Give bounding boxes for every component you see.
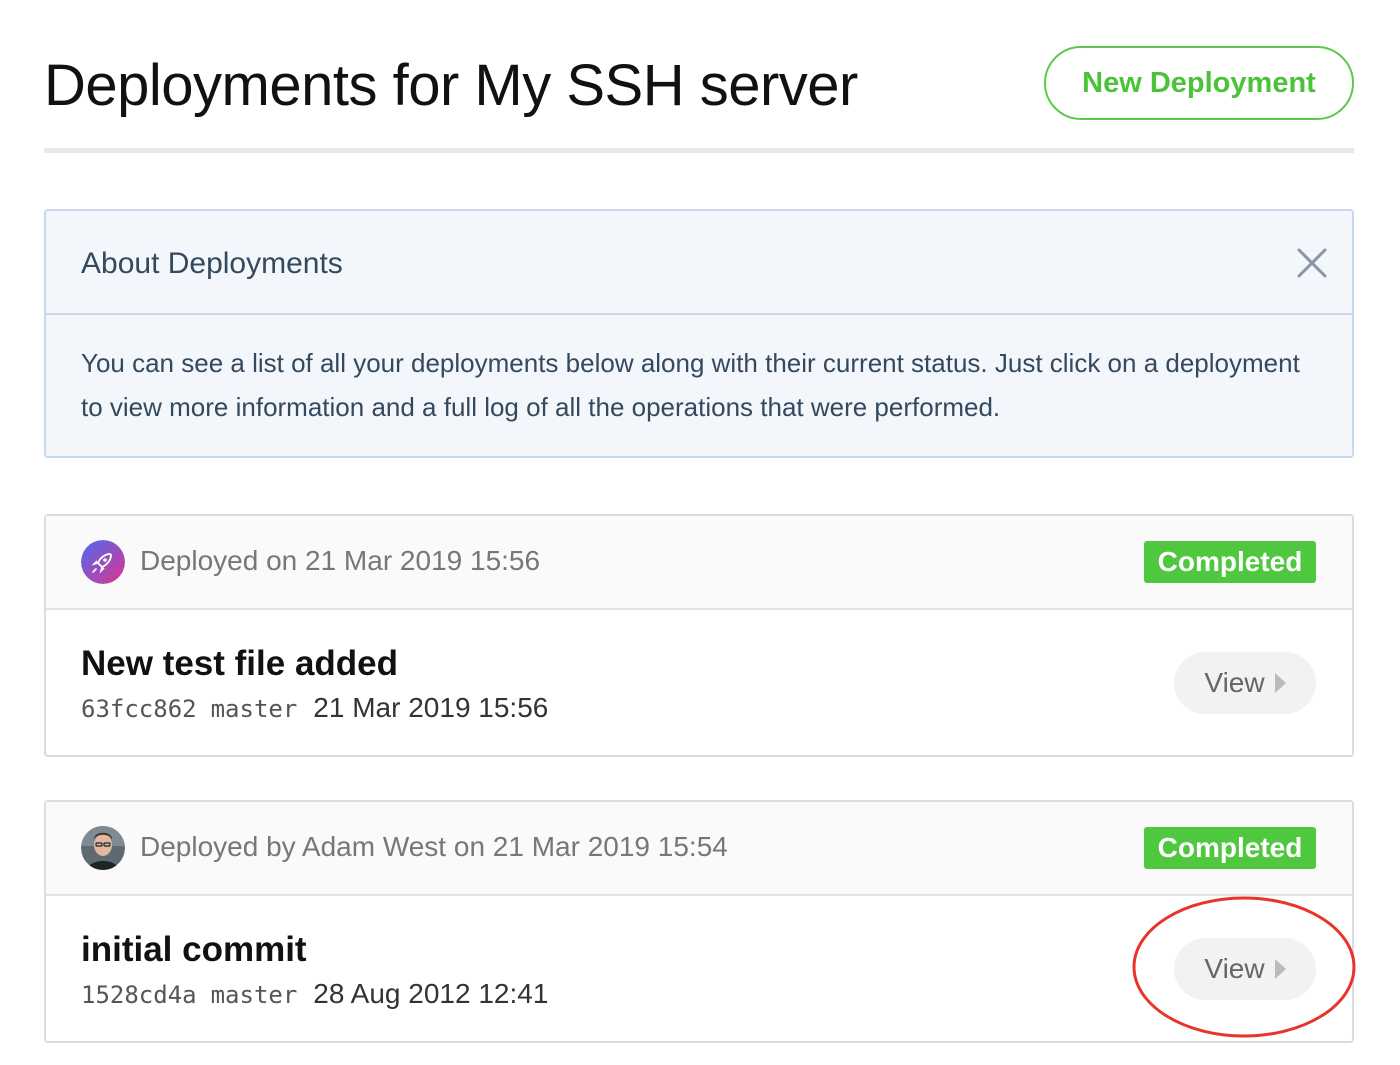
deployment-card-header: Deployed by Adam West on 21 Mar 2019 15:… [46, 802, 1352, 896]
deployment-card-body: New test file added 63fcc862 master 21 M… [46, 610, 1352, 757]
commit-hash: 1528cd4a [81, 981, 197, 1009]
branch-name: master [210, 981, 298, 1009]
user-avatar [81, 826, 125, 870]
deployment-card[interactable]: Deployed on 21 Mar 2019 15:56 Completed … [44, 514, 1354, 757]
deployment-card-header: Deployed on 21 Mar 2019 15:56 Completed [46, 516, 1352, 610]
commit-message: initial commit [81, 930, 307, 969]
commit-meta: 63fcc862 master 21 Mar 2019 15:56 [81, 692, 548, 724]
deployed-info: Deployed on 21 Mar 2019 15:56 [140, 545, 541, 576]
deployment-card[interactable]: Deployed by Adam West on 21 Mar 2019 15:… [44, 800, 1354, 1043]
commit-message: New test file added [81, 644, 399, 683]
view-label: View [1204, 953, 1265, 984]
caret-right-icon [1274, 959, 1286, 979]
about-panel-header: About Deployments [46, 211, 1352, 315]
status-badge: Completed [1144, 541, 1316, 583]
deployment-card-body: initial commit 1528cd4a master 28 Aug 20… [46, 896, 1352, 1043]
view-button[interactable]: View [1174, 938, 1316, 1000]
page-header: Deployments for My SSH server New Deploy… [44, 40, 1354, 152]
deployed-info: Deployed by Adam West on 21 Mar 2019 15:… [140, 831, 728, 862]
about-panel-title: About Deployments [81, 247, 343, 280]
page-title: Deployments for My SSH server [44, 53, 858, 118]
status-badge: Completed [1144, 827, 1316, 869]
new-deployment-button[interactable]: New Deployment [1044, 46, 1354, 120]
commit-meta: 1528cd4a master 28 Aug 2012 12:41 [81, 978, 548, 1010]
commit-date: 28 Aug 2012 12:41 [313, 978, 549, 1009]
about-panel-body: You can see a list of all your deploymen… [81, 348, 1300, 422]
view-label: View [1204, 667, 1265, 698]
view-button[interactable]: View [1174, 652, 1316, 714]
rocket-icon [81, 540, 125, 584]
commit-hash: 63fcc862 [81, 695, 197, 723]
caret-right-icon [1274, 673, 1286, 693]
branch-name: master [210, 695, 298, 723]
commit-date: 21 Mar 2019 15:56 [313, 692, 549, 723]
about-deployments-panel: About Deployments You can see a list of … [44, 209, 1354, 458]
header-divider [44, 148, 1354, 153]
close-icon[interactable] [1294, 245, 1330, 281]
